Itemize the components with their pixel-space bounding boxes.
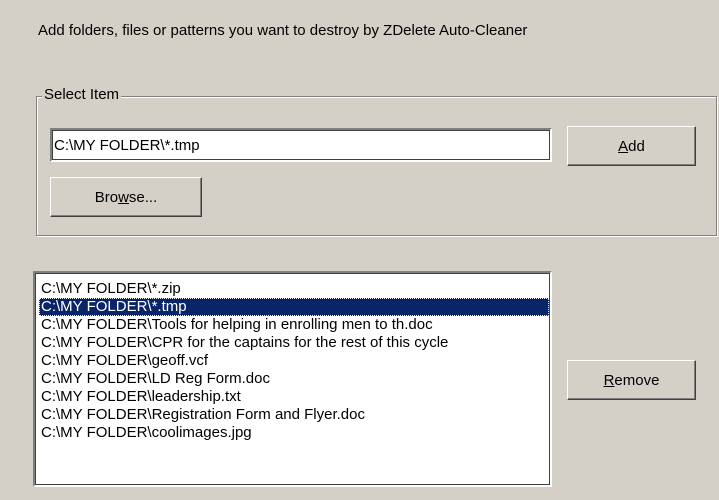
list-item[interactable]: C:\MY FOLDER\CPR for the captains for th…	[39, 334, 549, 352]
list-item[interactable]: C:\MY FOLDER\leadership.txt	[39, 388, 549, 406]
list-item-selected[interactable]: C:\MY FOLDER\*.tmp	[39, 298, 549, 316]
list-item[interactable]: C:\MY FOLDER\Registration Form and Flyer…	[39, 406, 549, 424]
items-listbox[interactable]: C:\MY FOLDER\*.zip C:\MY FOLDER\*.tmp C:…	[33, 271, 552, 487]
select-item-legend: Select Item	[42, 86, 122, 103]
list-item[interactable]: C:\MY FOLDER\LD Reg Form.doc	[39, 370, 549, 388]
list-item[interactable]: C:\MY FOLDER\geoff.vcf	[39, 352, 549, 370]
browse-button[interactable]: Browse...	[50, 177, 202, 217]
remove-button[interactable]: Remove	[567, 360, 696, 400]
add-button-label: Add	[618, 137, 645, 155]
add-button[interactable]: Add	[567, 126, 696, 166]
instruction-text: Add folders, files or patterns you want …	[38, 22, 528, 39]
remove-button-label: Remove	[603, 371, 660, 389]
browse-button-label: Browse...	[94, 188, 158, 206]
list-item[interactable]: C:\MY FOLDER\coolimages.jpg	[39, 424, 549, 442]
list-item[interactable]: C:\MY FOLDER\*.zip	[39, 280, 549, 298]
item-path-input[interactable]	[52, 130, 550, 160]
list-item[interactable]: C:\MY FOLDER\Tools for helping in enroll…	[39, 316, 549, 334]
item-path-field[interactable]	[50, 128, 552, 162]
